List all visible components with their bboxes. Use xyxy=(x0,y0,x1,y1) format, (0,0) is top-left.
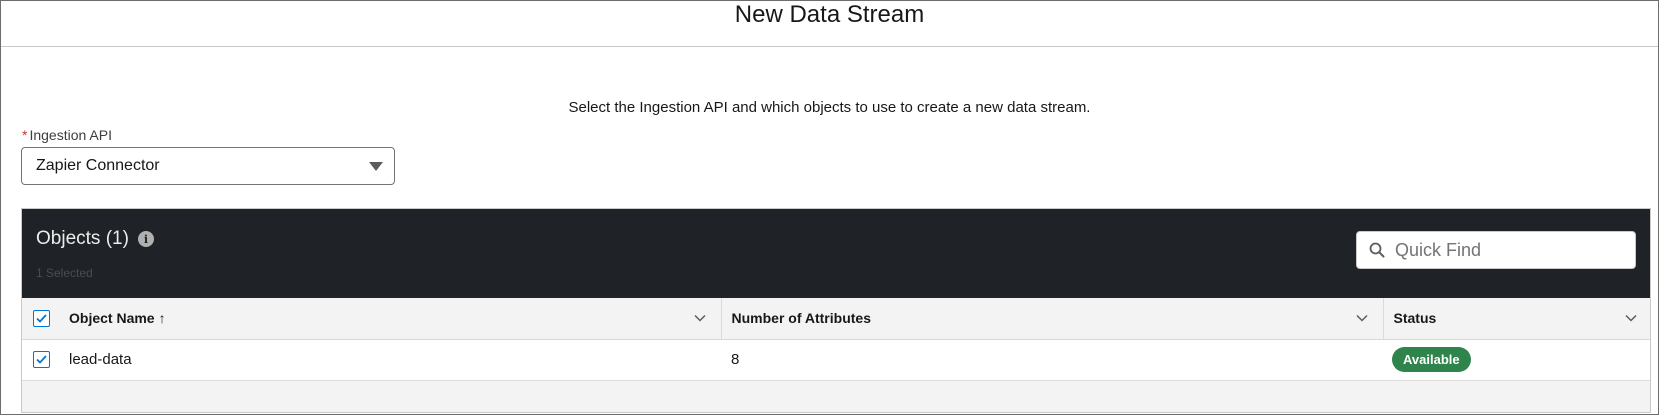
status-cell: Available xyxy=(1383,339,1650,381)
check-icon xyxy=(36,355,47,365)
search-icon xyxy=(1369,242,1385,258)
quick-find-input[interactable] xyxy=(1393,238,1617,262)
caret-down-icon xyxy=(369,162,383,171)
ingestion-api-select[interactable]: Zapier Connector xyxy=(21,147,395,185)
column-header-object-name[interactable]: Object Name ↑ xyxy=(60,298,721,340)
chevron-down-icon[interactable] xyxy=(1624,311,1638,325)
modal-title: New Data Stream xyxy=(734,1,925,28)
sort-ascending-icon: ↑ xyxy=(158,310,166,327)
chevron-down-icon[interactable] xyxy=(693,311,707,325)
select-all-checkbox[interactable] xyxy=(33,310,50,328)
column-header-attributes-label: Number of Attributes xyxy=(731,310,871,327)
attributes-count-cell: 8 xyxy=(721,339,1383,381)
column-header-object-name-label: Object Name xyxy=(69,310,155,327)
row-checkbox[interactable] xyxy=(33,351,50,369)
chevron-down-icon[interactable] xyxy=(1355,311,1369,325)
object-name-cell: lead-data xyxy=(60,339,721,381)
status-badge: Available xyxy=(1392,347,1471,372)
row-select-cell xyxy=(22,339,60,381)
column-header-status[interactable]: Status xyxy=(1382,298,1650,340)
required-marker: * xyxy=(22,127,28,143)
modal: New Data Stream Select the Ingestion API… xyxy=(0,0,1659,415)
objects-card-header: Objects (1) i 1 Selected xyxy=(22,209,1650,298)
ingestion-api-value: Zapier Connector xyxy=(36,157,160,174)
objects-title-text: Objects (1) xyxy=(36,228,129,249)
objects-card: Objects (1) i 1 Selected Quick Find Obje… xyxy=(21,208,1651,413)
objects-table: Object Name ↑ Number of Attributes Status xyxy=(22,298,1650,381)
table-row[interactable]: lead-data 8 Available xyxy=(22,339,1650,381)
column-header-attributes[interactable]: Number of Attributes xyxy=(720,298,1383,340)
table-header-row: Object Name ↑ Number of Attributes Status xyxy=(22,298,1650,340)
select-all-cell xyxy=(22,298,60,340)
modal-header: New Data Stream xyxy=(1,1,1658,47)
info-icon[interactable]: i xyxy=(137,231,154,247)
column-header-status-label: Status xyxy=(1393,310,1437,327)
quick-find-search[interactable] xyxy=(1356,231,1636,269)
ingestion-api-label-text: Ingestion API xyxy=(29,127,112,143)
ingestion-api-label: * Ingestion API xyxy=(22,127,112,143)
instructions-text: Select the Ingestion API and which objec… xyxy=(568,99,1091,116)
check-icon xyxy=(36,314,47,323)
selected-count: 1 Selected xyxy=(36,266,93,280)
objects-title: Objects (1) i xyxy=(36,228,154,250)
